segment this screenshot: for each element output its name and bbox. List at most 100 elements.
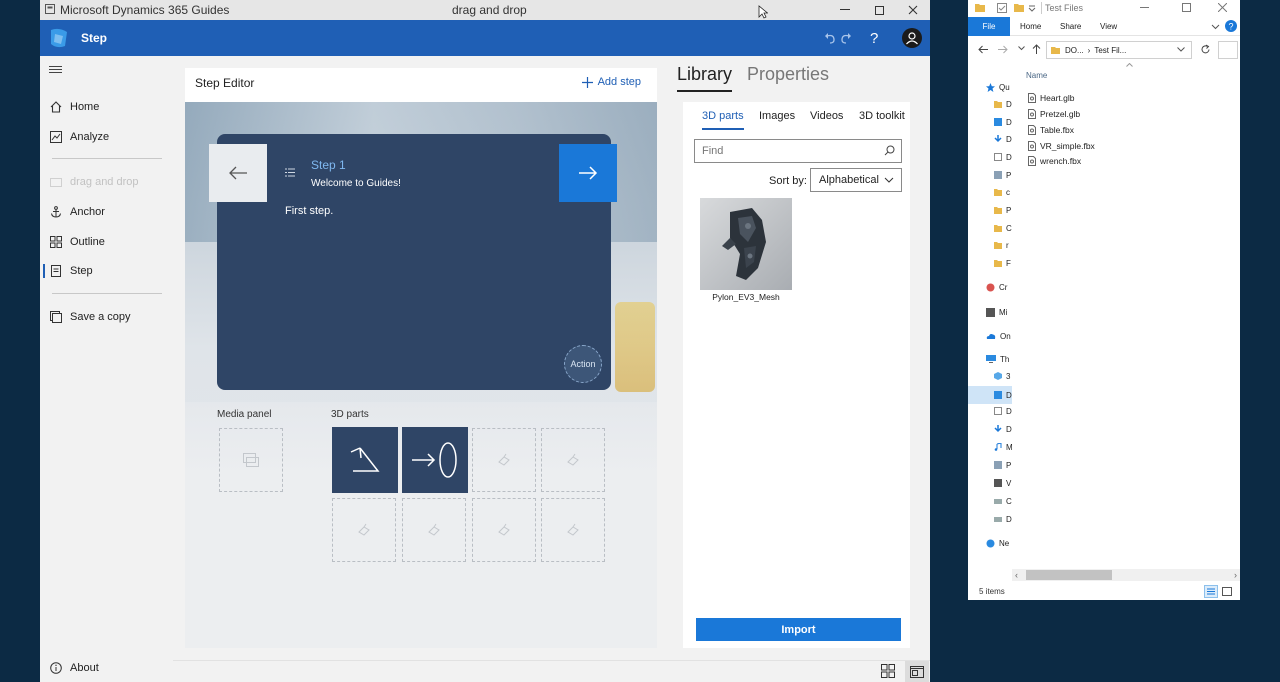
forward-arrow-icon[interactable] <box>998 45 1008 54</box>
nav-item[interactable]: D <box>994 115 1012 129</box>
step-name[interactable]: Step 1 <box>311 158 346 172</box>
subtab-3d-parts[interactable]: 3D parts <box>702 110 744 130</box>
quick-access-dropdown-icon[interactable] <box>1028 4 1036 12</box>
subtab-images[interactable]: Images <box>759 110 795 122</box>
nav-item-selected[interactable]: D <box>968 386 1012 404</box>
nav-item[interactable]: M <box>994 440 1013 454</box>
hamburger-menu-icon[interactable] <box>49 66 62 74</box>
sort-dropdown[interactable]: Alphabetical <box>810 168 902 192</box>
part-slot-empty[interactable] <box>541 498 605 562</box>
nav-item[interactable]: P <box>994 168 1011 182</box>
nav-item[interactable]: c <box>994 185 1010 199</box>
file-item[interactable]: Pretzel.glb <box>1028 107 1080 121</box>
part-slot-arrow-ring[interactable] <box>402 427 468 493</box>
nav-item[interactable]: D <box>994 150 1012 164</box>
nav-save-copy[interactable]: Save a copy <box>40 304 170 330</box>
nav-item[interactable]: D <box>994 422 1012 436</box>
nav-item-quick-access[interactable]: Qu <box>986 80 1010 94</box>
maximize-button[interactable] <box>862 0 896 20</box>
account-avatar[interactable] <box>902 28 922 48</box>
next-step-button[interactable] <box>559 144 617 202</box>
recent-locations-icon[interactable] <box>1018 46 1025 51</box>
nav-item-onedrive[interactable]: On <box>986 329 1011 343</box>
nav-item-creative-cloud[interactable]: Cr <box>986 280 1007 294</box>
step-instruction-text[interactable]: First step. <box>285 205 333 217</box>
close-button[interactable] <box>1218 3 1227 12</box>
nav-item-this-pc[interactable]: Th <box>986 352 1009 366</box>
ribbon-tab-home[interactable]: Home <box>1020 22 1041 31</box>
minimize-button[interactable] <box>1140 7 1149 8</box>
nav-item[interactable]: D <box>994 132 1012 146</box>
file-item[interactable]: Heart.glb <box>1028 91 1075 105</box>
nav-item[interactable]: D <box>994 404 1012 418</box>
nav-about[interactable]: About <box>40 655 170 681</box>
nav-item[interactable]: D <box>994 512 1012 526</box>
grid-view-icon[interactable] <box>881 664 897 680</box>
part-slot-empty[interactable] <box>541 428 605 492</box>
search-icon[interactable] <box>884 145 895 156</box>
minimize-button[interactable] <box>828 0 862 20</box>
new-folder-icon[interactable] <box>1014 3 1024 12</box>
ribbon-tab-view[interactable]: View <box>1100 22 1117 31</box>
file-item[interactable]: VR_simple.fbx <box>1028 139 1095 153</box>
subtab-3d-toolkit[interactable]: 3D toolkit <box>859 110 905 122</box>
up-arrow-icon[interactable] <box>1032 44 1041 54</box>
nav-item[interactable]: P <box>994 203 1011 217</box>
nav-outline[interactable]: Outline <box>40 229 170 255</box>
properties-icon[interactable] <box>997 3 1007 13</box>
large-icons-view-icon[interactable] <box>1221 586 1233 597</box>
nav-analyze[interactable]: Analyze <box>40 124 170 150</box>
redo-icon[interactable] <box>840 28 852 48</box>
address-bar[interactable]: DO... › Test Fil... <box>1046 41 1192 59</box>
details-view-icon[interactable] <box>1204 585 1218 598</box>
path-segment[interactable]: Test Fil... <box>1094 46 1126 55</box>
undo-icon[interactable] <box>824 28 836 48</box>
scroll-right-icon[interactable]: › <box>1234 570 1237 580</box>
scrollbar-thumb[interactable] <box>1026 570 1112 580</box>
nav-item[interactable]: C <box>994 221 1012 235</box>
part-slot-empty[interactable] <box>402 498 466 562</box>
action-button[interactable]: Action <box>564 345 602 383</box>
column-header-name[interactable]: Name <box>1026 71 1047 80</box>
chevron-down-icon[interactable] <box>1211 22 1220 31</box>
tab-properties[interactable]: Properties <box>747 64 829 85</box>
find-input[interactable] <box>702 145 872 157</box>
nav-item[interactable]: 3 <box>994 369 1010 383</box>
step-view-icon[interactable] <box>905 661 929 682</box>
part-slot-empty[interactable] <box>472 498 536 562</box>
import-button[interactable]: Import <box>696 618 901 641</box>
ribbon-file-tab[interactable]: File <box>968 17 1010 36</box>
maximize-button[interactable] <box>1182 3 1191 12</box>
part-slot-empty[interactable] <box>472 428 536 492</box>
nav-item[interactable]: r <box>994 238 1009 252</box>
nav-step[interactable]: Step <box>40 258 170 284</box>
nav-home[interactable]: Home <box>40 94 170 120</box>
ribbon-tab-share[interactable]: Share <box>1060 22 1081 31</box>
nav-item[interactable]: P <box>994 458 1011 472</box>
part-thumbnail[interactable] <box>700 198 792 290</box>
step-card[interactable]: Step 1 Welcome to Guides! First step. Ac… <box>209 134 617 390</box>
file-item[interactable]: Table.fbx <box>1028 123 1074 137</box>
previous-step-button[interactable] <box>209 144 267 202</box>
help-icon[interactable]: ? <box>1225 20 1237 32</box>
search-box[interactable] <box>1218 41 1238 59</box>
refresh-icon[interactable] <box>1200 44 1211 55</box>
nav-item[interactable]: F <box>994 256 1011 270</box>
add-step-button[interactable]: Add step <box>581 76 641 88</box>
nav-item[interactable]: Mi <box>986 305 1007 319</box>
media-slot[interactable] <box>219 428 283 492</box>
subtab-videos[interactable]: Videos <box>810 110 843 122</box>
part-slot-arrow[interactable] <box>332 427 398 493</box>
nav-item[interactable]: D <box>994 97 1012 111</box>
close-button[interactable] <box>896 0 930 20</box>
nav-item[interactable]: C <box>994 494 1012 508</box>
part-slot-empty[interactable] <box>332 498 396 562</box>
path-segment[interactable]: DO... <box>1065 46 1084 55</box>
nav-item-network[interactable]: Ne <box>986 536 1009 550</box>
horizontal-scrollbar[interactable]: ‹ › <box>1012 569 1240 581</box>
find-box[interactable] <box>694 139 902 163</box>
back-arrow-icon[interactable] <box>978 45 988 54</box>
nav-anchor[interactable]: Anchor <box>40 199 170 225</box>
scroll-left-icon[interactable]: ‹ <box>1015 570 1018 580</box>
tab-library[interactable]: Library <box>677 64 733 92</box>
